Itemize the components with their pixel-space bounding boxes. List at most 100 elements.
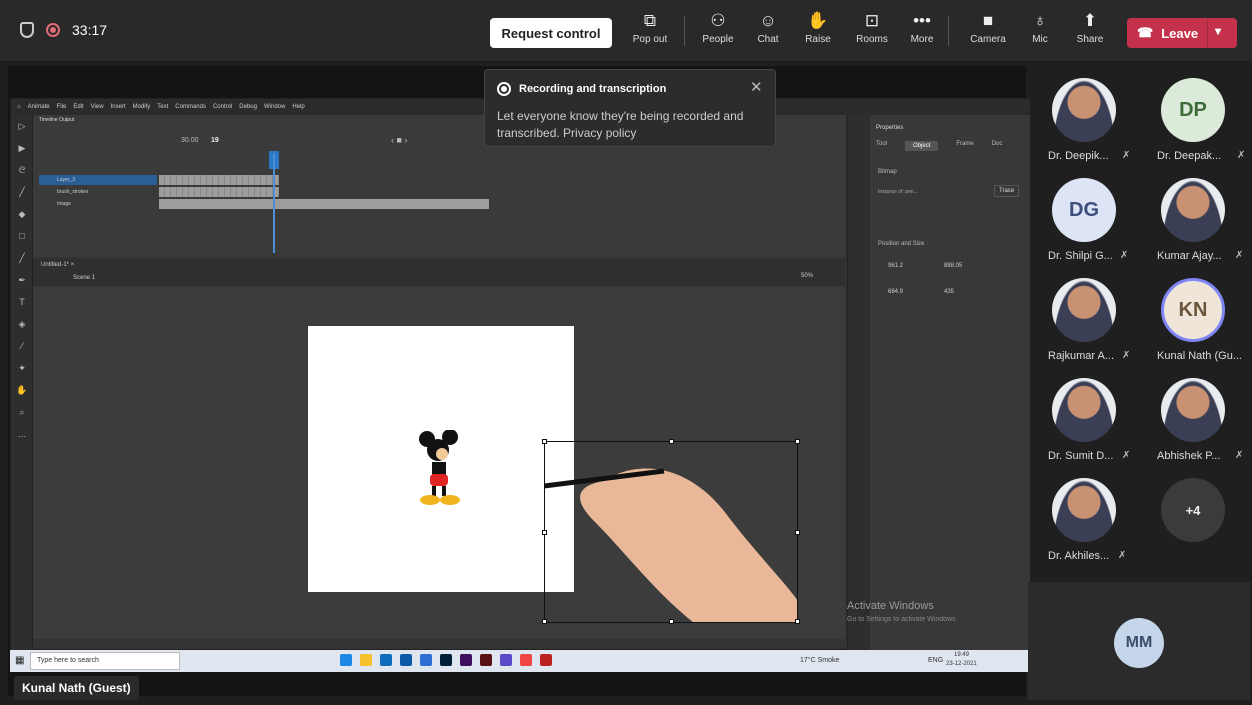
store-icon[interactable]: [380, 654, 392, 666]
menu-text[interactable]: Text: [157, 104, 168, 110]
mic-button[interactable]: ♁ Mic: [1014, 8, 1066, 45]
text-tool-icon[interactable]: T: [11, 291, 33, 313]
chrome-alt-icon[interactable]: [520, 654, 532, 666]
more-button[interactable]: ••• More: [896, 8, 948, 45]
rooms-button[interactable]: ⊡ Rooms: [846, 8, 898, 45]
frame-span[interactable]: [159, 199, 489, 209]
playhead[interactable]: [273, 153, 275, 253]
chevron-down-icon[interactable]: ▾: [1215, 24, 1221, 38]
eraser-tool-icon[interactable]: ◆: [11, 203, 33, 225]
chrome-icon[interactable]: [340, 654, 352, 666]
subselect-tool-icon[interactable]: ▶: [11, 137, 33, 159]
hand-tool-icon[interactable]: ✋: [11, 379, 33, 401]
more-participants-button[interactable]: +4: [1141, 470, 1246, 570]
teams-icon[interactable]: [500, 654, 512, 666]
popout-button[interactable]: ⧉ Pop out: [624, 8, 676, 45]
height-field[interactable]: 684.9: [888, 289, 903, 295]
menu-insert[interactable]: Insert: [111, 104, 126, 110]
width-field[interactable]: 961.2: [888, 263, 903, 269]
instance-label[interactable]: Instance of: pen...: [878, 189, 918, 195]
more-tools-icon[interactable]: …: [11, 423, 33, 445]
participant-tile[interactable]: DG Dr. Shilpi G... ✗: [1032, 170, 1137, 270]
menu-edit[interactable]: Edit: [73, 104, 83, 110]
pin-tool-icon[interactable]: ✦: [11, 357, 33, 379]
file-explorer-icon[interactable]: [360, 654, 372, 666]
frame-span[interactable]: [159, 175, 279, 185]
scene-selector[interactable]: Scene 1: [73, 275, 95, 281]
frame-span[interactable]: [159, 187, 279, 197]
x-field[interactable]: 888.05: [944, 263, 962, 269]
close-icon[interactable]: ✕: [750, 78, 763, 96]
menu-view[interactable]: View: [91, 104, 104, 110]
participant-tile[interactable]: Dr. Akhiles... ✗: [1032, 470, 1137, 570]
participant-tile[interactable]: Dr. Deepik... ✗: [1032, 70, 1137, 170]
tab-tool[interactable]: Tool: [876, 141, 887, 151]
mail-icon[interactable]: [400, 654, 412, 666]
zoom-level[interactable]: 50%: [801, 273, 813, 279]
lasso-tool-icon[interactable]: ᘓ: [11, 159, 33, 181]
camera-button[interactable]: ■ Camera: [962, 8, 1014, 45]
y-field[interactable]: 435: [944, 289, 954, 295]
paint-bucket-icon[interactable]: ◈: [11, 313, 33, 335]
line-tool-icon[interactable]: ╱: [11, 247, 33, 269]
select-tool-icon[interactable]: ▷: [11, 115, 33, 137]
animate-window: ⌂ Animate File Edit View Insert Modify T…: [10, 98, 1033, 651]
pen-tool-icon[interactable]: ✒: [11, 269, 33, 291]
premiere-icon[interactable]: [460, 654, 472, 666]
menu-modify[interactable]: Modify: [133, 104, 151, 110]
rect-tool-icon[interactable]: □: [11, 225, 33, 247]
tab-doc[interactable]: Doc: [992, 141, 1003, 151]
menu-commands[interactable]: Commands: [175, 104, 206, 110]
layer-row[interactable]: Image: [39, 199, 157, 209]
current-frame[interactable]: 19: [211, 137, 219, 144]
participant-tile[interactable]: Dr. Sumit D... ✗: [1032, 370, 1137, 470]
participant-tile[interactable]: DP Dr. Deepak... ✗: [1141, 70, 1246, 170]
zoom-tool-icon[interactable]: ⌕: [11, 401, 33, 423]
timeline-tabs[interactable]: Timeline Output: [39, 117, 74, 123]
participant-tile[interactable]: KN Kunal Nath (Gu...: [1141, 270, 1246, 370]
mic-off-icon: ♁: [1033, 11, 1047, 30]
app-icon[interactable]: [420, 654, 432, 666]
taskbar-time[interactable]: 19:49: [954, 652, 969, 658]
home-icon[interactable]: ⌂: [17, 104, 21, 110]
acrobat-icon[interactable]: [540, 654, 552, 666]
tab-frame[interactable]: Frame: [956, 141, 973, 151]
fps-value[interactable]: 30.00: [181, 137, 199, 144]
mic-off-icon: ✗: [1235, 250, 1244, 261]
eyedropper-icon[interactable]: ⁄: [11, 335, 33, 357]
leave-button[interactable]: ☎ Leave ▾: [1127, 18, 1237, 48]
photoshop-icon[interactable]: [440, 654, 452, 666]
share-button[interactable]: ⬆ Share: [1064, 8, 1116, 45]
menu-help[interactable]: Help: [292, 104, 304, 110]
layer-row[interactable]: brush_strokes: [39, 187, 157, 197]
taskbar-search[interactable]: Type here to search: [30, 652, 180, 670]
chat-button[interactable]: ☺ Chat: [742, 8, 794, 45]
avatar: DG: [1052, 178, 1116, 242]
selection-box[interactable]: [542, 439, 800, 624]
menu-window[interactable]: Window: [264, 104, 285, 110]
participant-tile[interactable]: Kumar Ajay... ✗: [1141, 170, 1246, 270]
taskbar-date[interactable]: 23-12-2021: [946, 661, 977, 667]
weather-text[interactable]: 17°C Smoke: [800, 657, 839, 664]
layer-row[interactable]: Layer_3: [39, 175, 157, 185]
request-control-button[interactable]: Request control: [490, 18, 612, 48]
participant-tile[interactable]: Abhishek P... ✗: [1141, 370, 1246, 470]
brush-tool-icon[interactable]: ╱: [11, 181, 33, 203]
people-button[interactable]: ⚇ People: [692, 8, 744, 45]
animate-icon[interactable]: [480, 654, 492, 666]
language-indicator[interactable]: ENG: [928, 657, 943, 664]
tab-object[interactable]: Object: [905, 141, 939, 151]
menu-control[interactable]: Control: [213, 104, 232, 110]
trace-button[interactable]: Trace: [994, 185, 1020, 197]
playback-controls[interactable]: ‹ ■ ›: [391, 135, 407, 145]
menu-file[interactable]: File: [57, 104, 67, 110]
mic-off-icon: ✗: [1120, 250, 1129, 261]
raise-hand-button[interactable]: ✋ Raise: [792, 8, 844, 45]
stage[interactable]: [33, 287, 845, 639]
position-size-section[interactable]: Position and Size: [878, 241, 924, 247]
document-tab[interactable]: Untitled-1* ×: [41, 262, 74, 268]
windows-start-icon[interactable]: ▦: [15, 655, 24, 666]
participant-tile[interactable]: Rajkumar A... ✗: [1032, 270, 1137, 370]
menu-debug[interactable]: Debug: [239, 104, 257, 110]
notification-body[interactable]: Let everyone know they're being recorded…: [497, 108, 767, 142]
